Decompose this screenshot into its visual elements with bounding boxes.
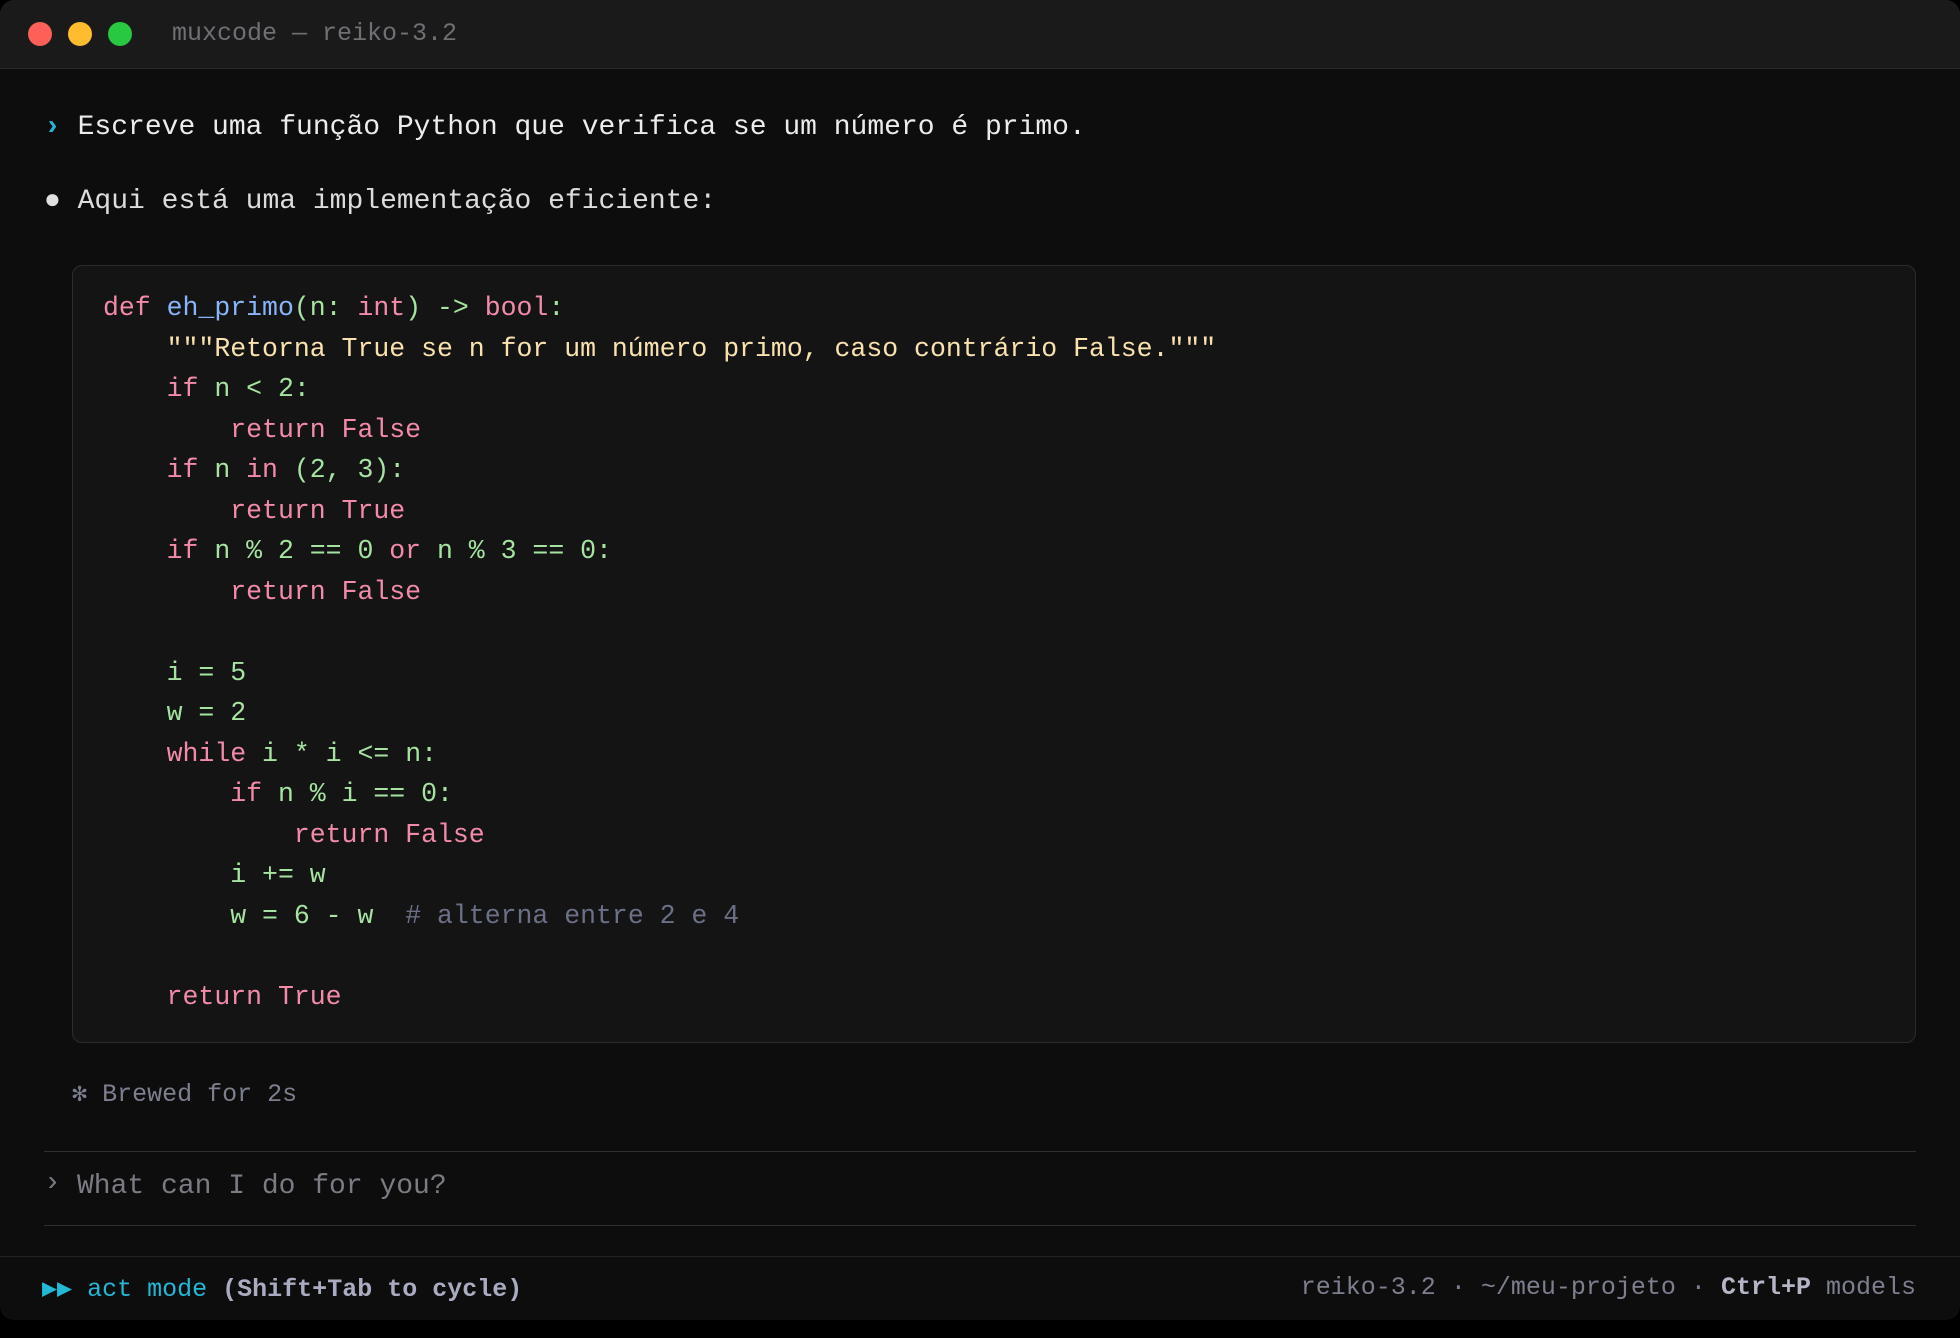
status-line: ✻ Brewed for 2s bbox=[72, 1078, 297, 1109]
separator: · bbox=[1450, 1273, 1466, 1302]
input-bottom-divider bbox=[44, 1225, 1916, 1226]
separator: · bbox=[1690, 1273, 1706, 1302]
assistant-bullet-icon: ● bbox=[44, 186, 61, 217]
model-name: reiko-3.2 bbox=[1300, 1273, 1436, 1302]
mode-label: act mode bbox=[87, 1275, 208, 1304]
user-message: Escreve uma função Python que verifica s… bbox=[77, 112, 1086, 143]
assistant-message: Aqui está uma implementação eficiente: bbox=[77, 186, 717, 217]
user-message-row: › Escreve uma função Python que verifica… bbox=[44, 112, 1086, 143]
code-block[interactable]: def eh_primo(n: int) -> bool: """Retorna… bbox=[72, 265, 1916, 1043]
brew-status-text: Brewed for 2s bbox=[102, 1080, 298, 1109]
status-bar: ▶▶ act mode (Shift+Tab to cycle) reiko-3… bbox=[0, 1256, 1960, 1320]
project-path: ~/meu-projeto bbox=[1480, 1273, 1676, 1302]
mode-hint: (Shift+Tab to cycle) bbox=[222, 1275, 523, 1304]
play-forward-icon: ▶▶ bbox=[42, 1275, 73, 1304]
prompt-input[interactable] bbox=[77, 1166, 1877, 1206]
prompt-input-row: › bbox=[44, 1166, 1916, 1208]
zoom-window-button[interactable] bbox=[108, 22, 132, 46]
close-window-button[interactable] bbox=[28, 22, 52, 46]
mode-indicator[interactable]: ▶▶ act mode (Shift+Tab to cycle) bbox=[42, 1273, 522, 1304]
models-shortcut-label: models bbox=[1825, 1273, 1916, 1302]
title-bar: muxcode — reiko-3.2 bbox=[0, 0, 1960, 69]
minimize-window-button[interactable] bbox=[68, 22, 92, 46]
models-shortcut-key[interactable]: Ctrl+P bbox=[1721, 1273, 1811, 1302]
input-top-divider bbox=[44, 1151, 1916, 1152]
assistant-message-row: ● Aqui está uma implementação eficiente: bbox=[44, 186, 716, 217]
status-info: reiko-3.2 · ~/meu-projeto · Ctrl+P model… bbox=[1301, 1273, 1916, 1302]
code-content[interactable]: def eh_primo(n: int) -> bool: """Retorna… bbox=[103, 288, 1216, 1017]
brew-icon: ✻ bbox=[72, 1080, 88, 1109]
terminal-window: muxcode — reiko-3.2 › Escreve uma função… bbox=[0, 0, 1960, 1320]
input-caret-icon: › bbox=[44, 1168, 61, 1199]
window-title: muxcode — reiko-3.2 bbox=[172, 19, 458, 48]
user-prompt-icon: › bbox=[44, 112, 61, 143]
